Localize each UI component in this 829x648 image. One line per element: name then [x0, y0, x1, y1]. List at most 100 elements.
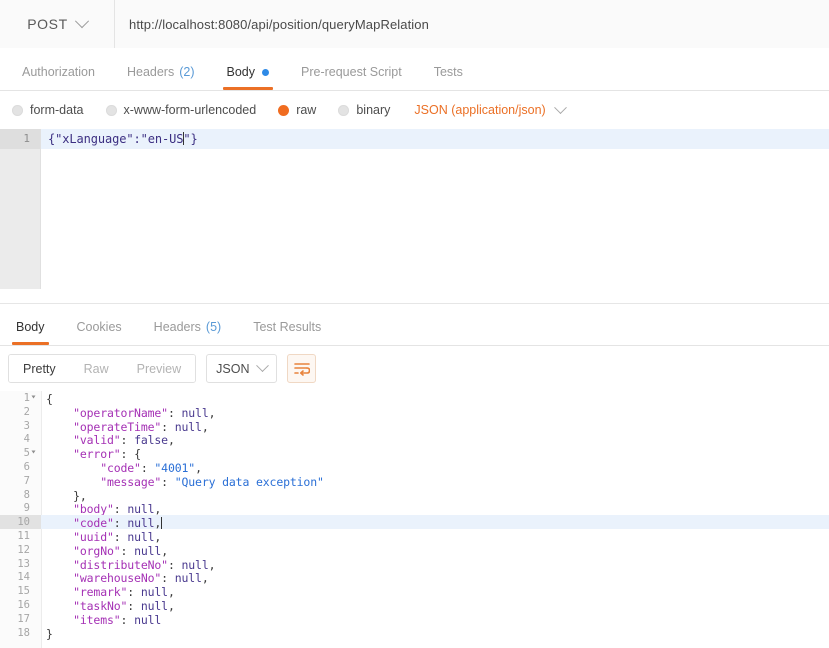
request-tab-pre-request-script[interactable]: Pre-request Script [285, 65, 418, 90]
body-type-label: form-data [30, 103, 84, 117]
response-format-label: JSON [216, 361, 250, 376]
line-number: 11 [17, 529, 30, 542]
response-code-line: 10 "code": null, [0, 515, 829, 530]
pane-splitter[interactable] [0, 289, 829, 304]
response-body-editor[interactable]: 1{2 "operatorName": null, 3 "operateTime"… [0, 391, 829, 648]
http-method-label: POST [27, 16, 68, 32]
body-type-form-data[interactable]: form-data [12, 103, 84, 117]
code-fold-toggle-icon[interactable] [31, 450, 36, 454]
chevron-down-icon [256, 359, 270, 373]
request-tab-authorization[interactable]: Authorization [6, 65, 111, 90]
response-code-line: 18} [0, 626, 829, 641]
view-mode-preview[interactable]: Preview [122, 355, 196, 382]
postman-window: POST http://localhost:8080/api/position/… [0, 0, 829, 648]
line-number: 14 [17, 571, 30, 584]
response-code-line: 17 "items": null [0, 612, 829, 627]
body-type-x-www-form-urlencoded[interactable]: x-www-form-urlencoded [105, 103, 257, 117]
line-number: 2 [23, 405, 30, 418]
url-input[interactable]: http://localhost:8080/api/position/query… [115, 0, 829, 48]
response-code-lines: 1{2 "operatorName": null, 3 "operateTime"… [0, 391, 829, 641]
url-value: http://localhost:8080/api/position/query… [129, 16, 429, 32]
response-code-line: 8 }, [0, 488, 829, 503]
word-wrap-icon [294, 362, 310, 376]
body-type-binary[interactable]: binary [338, 103, 390, 117]
tab-label: Body [226, 65, 256, 79]
response-code-line: 11 "uuid": null, [0, 529, 829, 544]
line-number: 13 [17, 557, 30, 570]
response-code-line: 13 "distributeNo": null, [0, 557, 829, 572]
line-number: 10 [17, 516, 30, 529]
response-code-line: 16 "taskNo": null, [0, 598, 829, 613]
response-code-line: 1{ [0, 391, 829, 406]
line-number: 3 [23, 419, 30, 432]
request-url-bar: POST http://localhost:8080/api/position/… [0, 0, 829, 49]
line-number: 15 [17, 585, 30, 598]
radio-icon[interactable] [12, 104, 23, 116]
line-number: 9 [23, 502, 30, 515]
body-type-label: x-www-form-urlencoded [123, 103, 257, 117]
body-type-label: binary [356, 103, 391, 117]
request-code-after-caret: "} [183, 132, 198, 146]
text-cursor [161, 517, 163, 530]
line-number: 16 [17, 598, 30, 611]
response-tab-bar: Body Cookies Headers (5) Test Results [0, 304, 829, 346]
line-number: 7 [23, 474, 30, 487]
response-code-line: 9 "body": null, [0, 501, 829, 516]
request-body-code[interactable]: {"xLanguage":"en-US"} [48, 132, 198, 146]
chevron-down-icon [553, 100, 567, 114]
tab-count: (2) [179, 65, 195, 79]
tab-label: Headers [153, 320, 201, 334]
tab-label: Cookies [76, 320, 122, 334]
response-code-line: 2 "operatorName": null, [0, 405, 829, 420]
line-number: 12 [17, 543, 30, 556]
code-fold-toggle-icon[interactable] [31, 395, 36, 399]
radio-icon[interactable] [105, 104, 117, 116]
line-number: 5 [23, 447, 30, 460]
response-code-line: 15 "remark": null, [0, 584, 829, 599]
response-tab-headers[interactable]: Headers (5) [138, 320, 238, 345]
request-tab-tests[interactable]: Tests [418, 65, 479, 90]
radio-icon[interactable] [278, 104, 290, 116]
unsaved-indicator-dot [262, 68, 269, 76]
tab-label: Headers [126, 65, 175, 79]
content-type-label: JSON (application/json) [414, 103, 546, 117]
code-text: } [46, 627, 53, 641]
body-type-raw[interactable]: raw [278, 103, 316, 117]
line-number: 1 [23, 392, 30, 404]
response-toolbar: Pretty Raw Preview JSON [0, 346, 829, 391]
request-code-before-caret: {"xLanguage":"en-US [48, 132, 184, 146]
view-mode-raw[interactable]: Raw [69, 355, 123, 382]
content-type-selector[interactable]: JSON (application/json) [414, 100, 567, 117]
radio-icon[interactable] [338, 104, 350, 116]
response-tab-test-results[interactable]: Test Results [237, 320, 337, 345]
request-body-editor[interactable]: 1 {"xLanguage":"en-US"} [0, 129, 829, 290]
chevron-down-icon [74, 14, 89, 29]
active-tab-underline [222, 87, 273, 90]
request-line-number: 1 [23, 132, 30, 145]
body-type-label: raw [296, 103, 317, 117]
request-tab-headers[interactable]: Headers (2) [111, 65, 211, 90]
response-code-line: 6 "code": "4001", [0, 460, 829, 475]
response-code-line: 14 "warehouseNo": null, [0, 570, 829, 585]
word-wrap-button[interactable] [287, 354, 317, 383]
request-tab-body[interactable]: Body [211, 65, 286, 90]
tab-label: Tests [433, 65, 463, 79]
request-editor-gutter [0, 129, 41, 289]
tab-label: Authorization [22, 65, 95, 79]
view-mode-pretty[interactable]: Pretty [9, 355, 70, 382]
tab-label: Test Results [253, 320, 322, 334]
line-number: 4 [23, 433, 30, 446]
request-tab-bar: Authorization Headers (2) Body Pre-request S… [0, 48, 829, 91]
http-method-selector[interactable]: POST [0, 0, 115, 48]
line-number: 6 [23, 460, 30, 473]
line-number: 17 [17, 612, 30, 625]
response-format-selector[interactable]: JSON [206, 354, 278, 383]
response-code-line: 12 "orgNo": null, [0, 543, 829, 558]
response-code-line: 3 "operateTime": null, [0, 419, 829, 434]
response-tab-body[interactable]: Body [0, 320, 61, 345]
response-tab-cookies[interactable]: Cookies [61, 320, 138, 345]
response-code-line: 7 "message": "Query data exception" [0, 474, 829, 489]
tab-label: Body [16, 320, 45, 334]
tab-label: Pre-request Script [301, 65, 402, 79]
response-view-mode-group: Pretty Raw Preview [8, 354, 197, 383]
